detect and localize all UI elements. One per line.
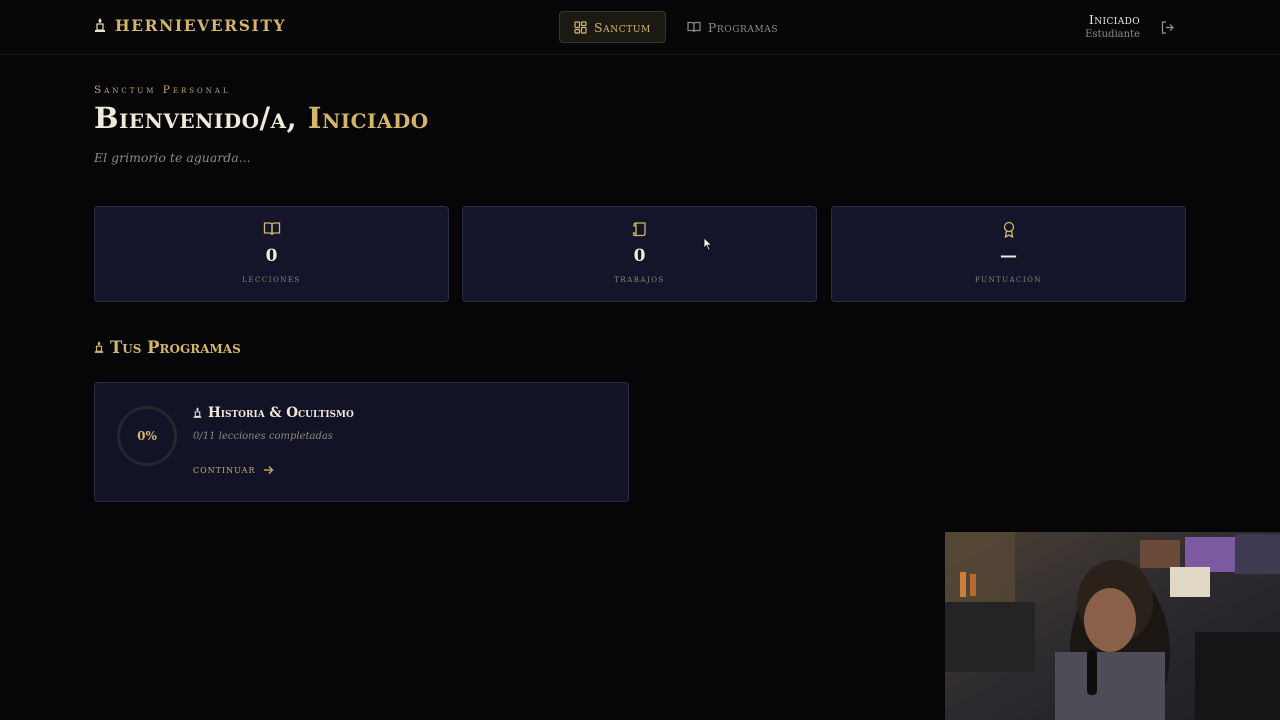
webcam-video-frame (945, 532, 1280, 720)
stat-card-lecciones: 0 lecciones (94, 206, 449, 302)
stat-label: trabajos (614, 273, 665, 285)
stat-value: — (1000, 246, 1017, 266)
open-book-icon (687, 21, 701, 33)
programs-section-label: Tus Programas (110, 338, 241, 357)
stat-label: puntuación (974, 273, 1042, 285)
open-book-icon (263, 222, 280, 236)
stat-card-trabajos: 0 trabajos (462, 206, 817, 302)
continue-label: continuar (193, 463, 256, 476)
top-bar: HERNIEVERSITY Sanctum Programas Iniciado… (0, 0, 1280, 55)
candle-icon (95, 18, 105, 32)
brand-name: HERNIEVERSITY (115, 16, 287, 35)
nav-item-programas[interactable]: Programas (672, 11, 793, 43)
stat-card-puntuacion: — puntuación (831, 206, 1186, 302)
nav-item-sanctum[interactable]: Sanctum (559, 11, 666, 43)
program-progress-text: 0/11 lecciones completadas (193, 431, 333, 442)
user-profile[interactable]: Iniciado Estudiante (1085, 12, 1140, 41)
program-card[interactable]: 0% Historia & Ocultismo 0/11 lecciones c… (94, 382, 629, 502)
dashboard-grid-icon (574, 20, 587, 34)
welcome-greeting: Bienvenido/a, (94, 101, 298, 135)
award-icon (1003, 221, 1014, 238)
program-title: Historia & Ocultismo (193, 405, 354, 421)
progress-percent: 0% (137, 429, 157, 443)
stat-label: lecciones (242, 273, 301, 285)
welcome-user-name: Iniciado (307, 101, 429, 135)
stat-value: 0 (633, 246, 646, 266)
logout-icon[interactable] (1160, 20, 1175, 35)
candle-icon (193, 407, 202, 418)
continue-button[interactable]: continuar (193, 463, 274, 476)
welcome-subtitle: El grimorio te aguarda... (94, 150, 251, 165)
arrow-right-icon (264, 465, 274, 474)
mouse-cursor-icon (703, 237, 713, 251)
programs-section-title: Tus Programas (94, 338, 241, 357)
program-title-text: Historia & Ocultismo (208, 405, 354, 421)
nav-label-programas: Programas (707, 19, 779, 35)
nav-label-sanctum: Sanctum (594, 19, 651, 35)
stat-value: 0 (265, 246, 278, 266)
candle-icon (94, 341, 104, 353)
page-kicker: Sanctum Personal (94, 84, 231, 96)
welcome-heading: Bienvenido/a, Iniciado (94, 101, 429, 135)
user-name: Iniciado (1088, 12, 1140, 27)
brand-logo[interactable]: HERNIEVERSITY (94, 16, 286, 35)
scroll-icon (632, 222, 646, 237)
main-nav: Sanctum Programas (559, 11, 793, 43)
progress-ring: 0% (117, 406, 177, 466)
webcam-overlay (945, 532, 1280, 720)
user-role: Estudiante (1085, 29, 1140, 40)
